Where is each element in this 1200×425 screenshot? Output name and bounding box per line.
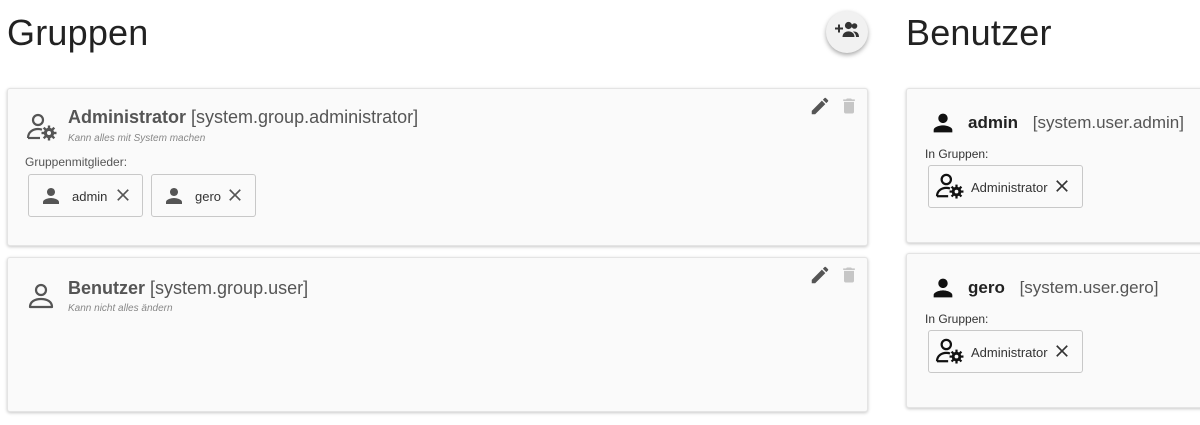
- group-card-benutzer: Benutzer [system.group.user] Kann nicht …: [7, 257, 868, 412]
- trash-icon: [839, 98, 859, 121]
- member-name: admin: [72, 189, 108, 204]
- group-description: Kann nicht alles ändern: [68, 303, 173, 314]
- user-card-admin: admin [system.user.admin] In Gruppen: Ad…: [906, 88, 1200, 243]
- close-icon: [225, 189, 245, 209]
- group-description: Kann alles mit System machen: [68, 133, 206, 144]
- group-title: Benutzer [system.group.user]: [68, 278, 308, 299]
- group-id: [system.group.user]: [150, 278, 309, 298]
- user-name: gero: [968, 278, 1005, 297]
- edit-group-button[interactable]: [809, 264, 831, 291]
- users-heading: Benutzer: [906, 12, 1052, 53]
- remove-member-button[interactable]: [113, 185, 133, 210]
- group-card-administrator: Administrator [system.group.administrato…: [7, 88, 868, 246]
- person-icon: [162, 184, 186, 213]
- remove-group-button[interactable]: [1052, 341, 1072, 366]
- group-name: Administrator: [68, 107, 187, 127]
- group-chip-label: Administrator: [971, 180, 1048, 195]
- add-group-button[interactable]: [826, 11, 868, 53]
- edit-group-button[interactable]: [809, 95, 831, 122]
- member-chip-gero[interactable]: gero: [151, 174, 256, 217]
- groups-heading: Gruppen: [7, 12, 149, 53]
- trash-icon: [839, 267, 859, 290]
- user-title: admin [system.user.admin]: [968, 113, 1184, 133]
- pencil-icon: [809, 97, 831, 121]
- remove-group-button[interactable]: [1052, 176, 1072, 201]
- in-groups-label: In Gruppen:: [925, 312, 989, 326]
- group-name: Benutzer: [68, 278, 146, 298]
- close-icon: [1052, 345, 1072, 365]
- members-label: Gruppenmitglieder:: [25, 155, 128, 169]
- user-gear-icon: [935, 338, 965, 369]
- group-add-icon: [834, 21, 860, 44]
- group-title: Administrator [system.group.administrato…: [68, 107, 418, 128]
- user-title: gero [system.user.gero]: [968, 278, 1158, 298]
- user-card-gero: gero [system.user.gero] In Gruppen: Admi…: [906, 253, 1200, 408]
- delete-group-button[interactable]: [839, 95, 859, 122]
- member-name: gero: [195, 189, 222, 204]
- user-id: [system.user.admin]: [1032, 113, 1184, 132]
- user-name: admin: [968, 113, 1019, 132]
- user-gear-icon: [26, 113, 58, 146]
- group-id: [system.group.administrator]: [191, 107, 419, 127]
- close-icon: [113, 189, 133, 209]
- in-groups-label: In Gruppen:: [925, 147, 989, 161]
- person-outline-icon: [28, 282, 54, 315]
- person-icon: [929, 109, 957, 142]
- person-icon: [929, 274, 957, 307]
- group-chip-label: Administrator: [971, 345, 1048, 360]
- delete-group-button[interactable]: [839, 264, 859, 291]
- group-chip-administrator[interactable]: Administrator: [928, 165, 1083, 208]
- person-icon: [39, 184, 63, 213]
- member-chip-admin[interactable]: admin: [28, 174, 143, 217]
- close-icon: [1052, 180, 1072, 200]
- remove-member-button[interactable]: [225, 185, 245, 210]
- pencil-icon: [809, 266, 831, 290]
- user-id: [system.user.gero]: [1019, 278, 1159, 297]
- group-chip-administrator[interactable]: Administrator: [928, 330, 1083, 373]
- user-gear-icon: [935, 173, 965, 204]
